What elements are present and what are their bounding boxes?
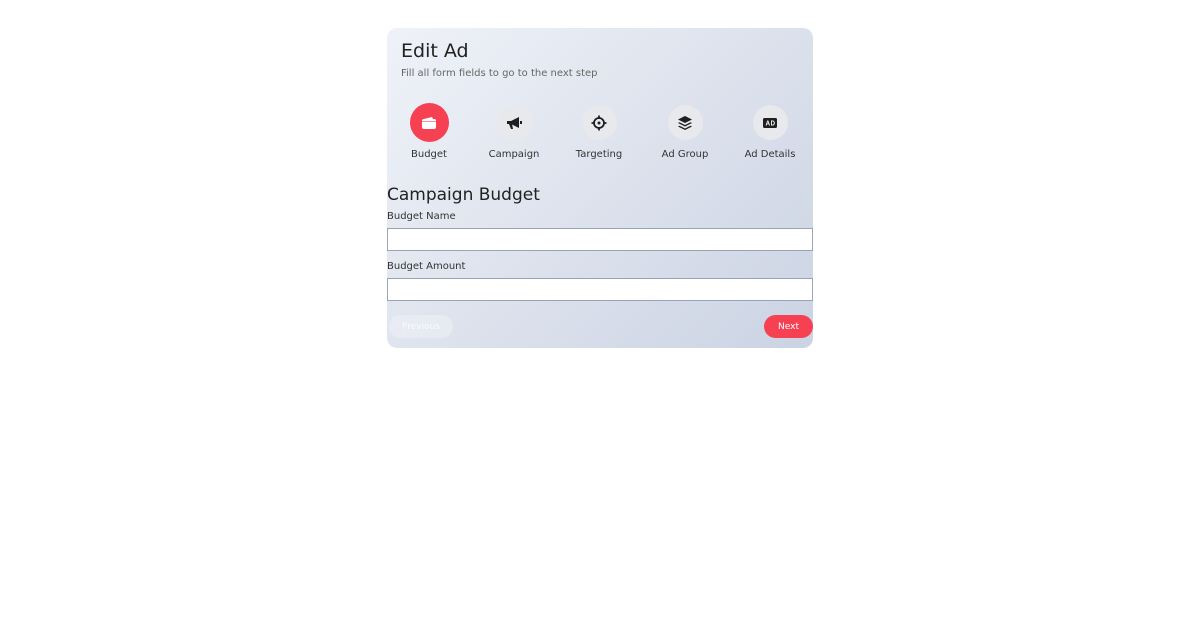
step-circle (667, 105, 703, 140)
step-campaign[interactable]: Campaign (474, 103, 554, 160)
ad-icon (763, 117, 777, 128)
step-label: Targeting (575, 149, 623, 160)
crosshair-icon (591, 115, 607, 130)
wallet-icon (422, 116, 436, 129)
step-label: Ad Details (744, 149, 796, 160)
edit-ad-card: Edit Ad Fill all form fields to go to th… (387, 28, 813, 348)
step-label: Campaign (488, 149, 540, 160)
section-title: Campaign Budget (387, 185, 540, 205)
step-navigation: Budget Campaign Targeting Ad Group Ad De… (387, 103, 813, 163)
step-label: Ad Group (661, 149, 709, 160)
step-budget[interactable]: Budget (389, 103, 469, 160)
step-circle (752, 105, 788, 140)
budget-name-label: Budget Name (387, 211, 456, 222)
step-label: Budget (411, 149, 447, 160)
budget-amount-label: Budget Amount (387, 261, 466, 272)
next-button[interactable]: Next (764, 315, 813, 338)
step-targeting[interactable]: Targeting (559, 103, 639, 160)
step-circle (581, 105, 617, 140)
budget-name-input[interactable] (387, 228, 813, 251)
layers-icon (678, 115, 692, 130)
step-circle (409, 103, 449, 142)
step-ad-details[interactable]: Ad Details (730, 103, 810, 160)
step-circle (496, 105, 532, 140)
step-ad-group[interactable]: Ad Group (645, 103, 725, 160)
previous-button[interactable]: Previous (389, 315, 453, 338)
megaphone-icon (507, 116, 522, 129)
page-subtitle: Fill all form fields to go to the next s… (401, 68, 598, 79)
page-title: Edit Ad (401, 40, 469, 62)
budget-amount-input[interactable] (387, 278, 813, 301)
